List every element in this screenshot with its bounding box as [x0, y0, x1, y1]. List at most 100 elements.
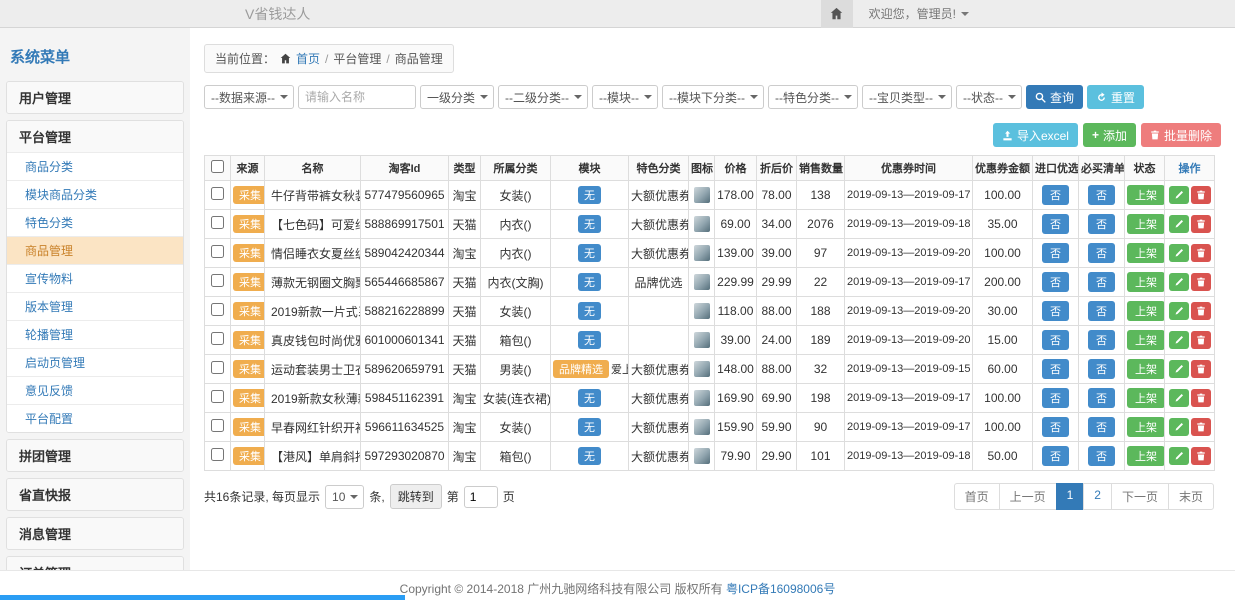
- row-checkbox[interactable]: [211, 274, 224, 287]
- filter-select[interactable]: --数据来源--: [204, 85, 294, 109]
- edit-button[interactable]: [1169, 244, 1189, 262]
- must-buy-toggle[interactable]: 否: [1088, 301, 1115, 321]
- import-select-toggle[interactable]: 否: [1042, 301, 1069, 321]
- must-buy-toggle[interactable]: 否: [1088, 243, 1115, 263]
- row-checkbox[interactable]: [211, 448, 224, 461]
- status-button[interactable]: 上架: [1127, 330, 1165, 350]
- sidebar-item-模块商品分类[interactable]: 模块商品分类: [7, 180, 183, 208]
- import-select-toggle[interactable]: 否: [1042, 359, 1069, 379]
- row-checkbox[interactable]: [211, 216, 224, 229]
- delete-button[interactable]: [1191, 186, 1211, 204]
- must-buy-toggle[interactable]: 否: [1088, 272, 1115, 292]
- sidebar-group-省直快报[interactable]: 省直快报: [7, 479, 183, 510]
- import-select-toggle[interactable]: 否: [1042, 272, 1069, 292]
- status-button[interactable]: 上架: [1127, 446, 1165, 466]
- delete-button[interactable]: [1191, 302, 1211, 320]
- status-button[interactable]: 上架: [1127, 243, 1165, 263]
- must-buy-toggle[interactable]: 否: [1088, 185, 1115, 205]
- row-checkbox[interactable]: [211, 419, 224, 432]
- delete-button[interactable]: [1191, 273, 1211, 291]
- import-select-toggle[interactable]: 否: [1042, 243, 1069, 263]
- breadcrumb-home-link[interactable]: 首页: [296, 50, 320, 67]
- must-buy-toggle[interactable]: 否: [1088, 214, 1115, 234]
- status-button[interactable]: 上架: [1127, 185, 1165, 205]
- delete-button[interactable]: [1191, 389, 1211, 407]
- import-select-toggle[interactable]: 否: [1042, 417, 1069, 437]
- pagination-button-2[interactable]: 2: [1083, 483, 1112, 510]
- edit-button[interactable]: [1169, 447, 1189, 465]
- must-buy-toggle[interactable]: 否: [1088, 330, 1115, 350]
- row-checkbox[interactable]: [211, 390, 224, 403]
- page-size-select[interactable]: 10: [325, 485, 364, 509]
- row-checkbox[interactable]: [211, 361, 224, 374]
- delete-button[interactable]: [1191, 418, 1211, 436]
- sidebar-group-平台管理[interactable]: 平台管理: [7, 121, 183, 152]
- select-all-checkbox[interactable]: [211, 160, 224, 173]
- import-select-toggle[interactable]: 否: [1042, 446, 1069, 466]
- sidebar-item-意见反馈[interactable]: 意见反馈: [7, 376, 183, 404]
- pagination-button-下一页[interactable]: 下一页: [1111, 483, 1169, 510]
- edit-button[interactable]: [1169, 186, 1189, 204]
- sidebar-group-订单管理[interactable]: 订单管理: [7, 557, 183, 570]
- filter-select[interactable]: --特色分类--: [768, 85, 858, 109]
- sidebar-group-用户管理[interactable]: 用户管理: [7, 82, 183, 113]
- home-button[interactable]: [821, 0, 853, 28]
- filter-select[interactable]: --二级分类--: [498, 85, 588, 109]
- row-checkbox[interactable]: [211, 187, 224, 200]
- sidebar-item-轮播管理[interactable]: 轮播管理: [7, 320, 183, 348]
- import-select-toggle[interactable]: 否: [1042, 185, 1069, 205]
- user-dropdown[interactable]: 欢迎您，管理员!: [853, 0, 985, 28]
- edit-button[interactable]: [1169, 273, 1189, 291]
- icp-link[interactable]: 粤ICP备16098006号: [726, 582, 835, 596]
- pagination-button-1[interactable]: 1: [1056, 483, 1085, 510]
- sidebar-item-平台配置[interactable]: 平台配置: [7, 404, 183, 432]
- delete-button[interactable]: [1191, 331, 1211, 349]
- edit-button[interactable]: [1169, 331, 1189, 349]
- status-button[interactable]: 上架: [1127, 301, 1165, 321]
- delete-button[interactable]: [1191, 215, 1211, 233]
- edit-button[interactable]: [1169, 418, 1189, 436]
- delete-button[interactable]: [1191, 360, 1211, 378]
- pagination-button-上一页[interactable]: 上一页: [999, 483, 1057, 510]
- filter-select[interactable]: --状态--: [956, 85, 1022, 109]
- must-buy-toggle[interactable]: 否: [1088, 388, 1115, 408]
- sidebar-item-启动页管理[interactable]: 启动页管理: [7, 348, 183, 376]
- filter-select[interactable]: --宝贝类型--: [862, 85, 952, 109]
- name-search-input[interactable]: [298, 85, 416, 109]
- sidebar-item-版本管理[interactable]: 版本管理: [7, 292, 183, 320]
- pagination-button-首页[interactable]: 首页: [954, 483, 1000, 510]
- must-buy-toggle[interactable]: 否: [1088, 359, 1115, 379]
- must-buy-toggle[interactable]: 否: [1088, 417, 1115, 437]
- filter-select[interactable]: --模块--: [592, 85, 658, 109]
- sidebar-item-特色分类[interactable]: 特色分类: [7, 208, 183, 236]
- batch-delete-button[interactable]: 批量删除: [1141, 123, 1221, 147]
- delete-button[interactable]: [1191, 244, 1211, 262]
- filter-select[interactable]: --模块下分类--: [662, 85, 764, 109]
- filter-select[interactable]: 一级分类: [420, 85, 494, 109]
- jump-button[interactable]: 跳转到: [390, 484, 442, 509]
- sidebar-item-宣传物料[interactable]: 宣传物料: [7, 264, 183, 292]
- edit-button[interactable]: [1169, 389, 1189, 407]
- sidebar-item-商品分类[interactable]: 商品分类: [7, 152, 183, 180]
- status-button[interactable]: 上架: [1127, 417, 1165, 437]
- status-button[interactable]: 上架: [1127, 388, 1165, 408]
- sidebar-group-拼团管理[interactable]: 拼团管理: [7, 440, 183, 471]
- import-excel-button[interactable]: 导入excel: [993, 123, 1078, 147]
- status-button[interactable]: 上架: [1127, 272, 1165, 292]
- row-checkbox[interactable]: [211, 245, 224, 258]
- add-button[interactable]: + 添加: [1083, 123, 1136, 147]
- status-button[interactable]: 上架: [1127, 359, 1165, 379]
- reset-button[interactable]: 重置: [1087, 85, 1144, 109]
- search-button[interactable]: 查询: [1026, 85, 1083, 109]
- edit-button[interactable]: [1169, 360, 1189, 378]
- sidebar-item-商品管理[interactable]: 商品管理: [7, 236, 183, 264]
- import-select-toggle[interactable]: 否: [1042, 214, 1069, 234]
- edit-button[interactable]: [1169, 302, 1189, 320]
- horizontal-scrollbar-thumb[interactable]: [0, 595, 405, 600]
- status-button[interactable]: 上架: [1127, 214, 1165, 234]
- jump-page-input[interactable]: [464, 486, 498, 508]
- pagination-button-末页[interactable]: 末页: [1168, 483, 1214, 510]
- import-select-toggle[interactable]: 否: [1042, 388, 1069, 408]
- must-buy-toggle[interactable]: 否: [1088, 446, 1115, 466]
- row-checkbox[interactable]: [211, 332, 224, 345]
